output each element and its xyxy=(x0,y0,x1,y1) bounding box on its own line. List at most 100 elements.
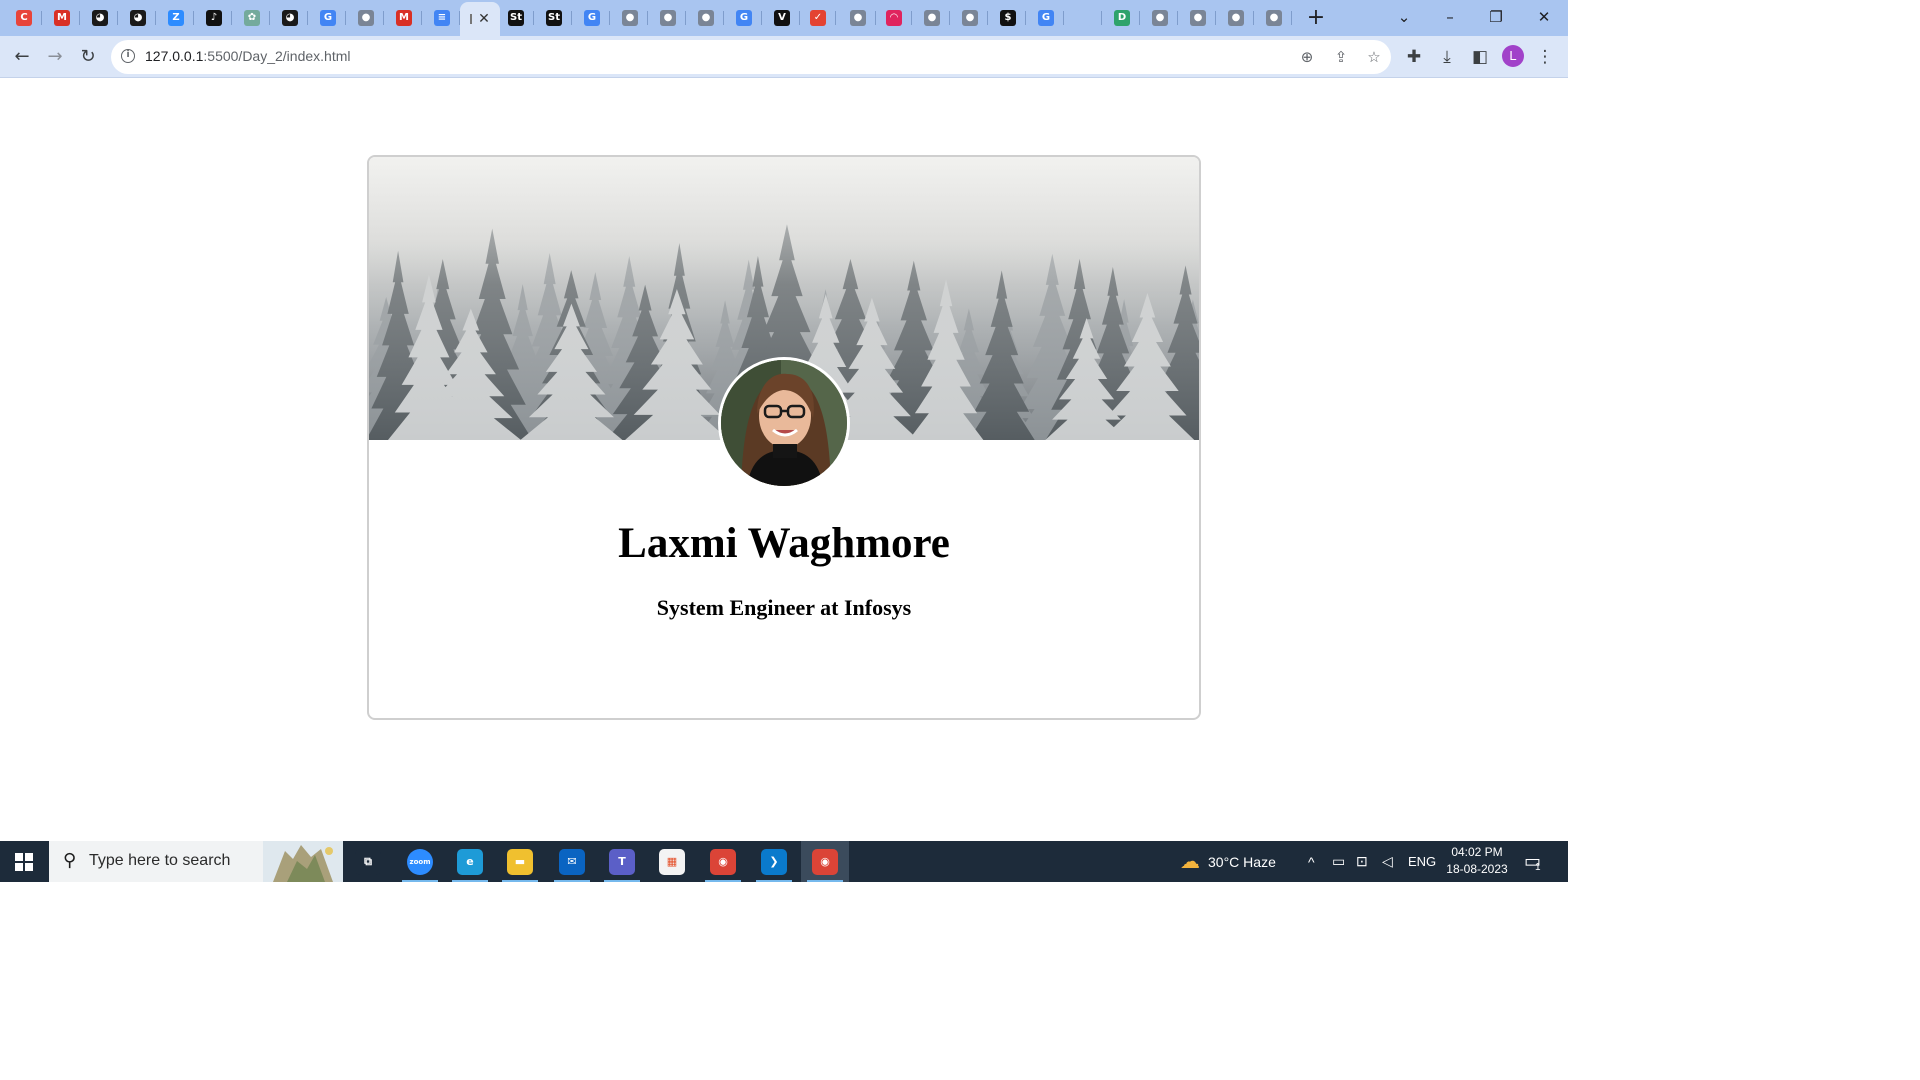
taskbar-app[interactable]: ◉ xyxy=(699,841,747,882)
zoom-icon[interactable]: ⊕ xyxy=(1297,47,1317,67)
browser-tab[interactable]: ● xyxy=(840,4,876,32)
tab-separator xyxy=(41,11,42,25)
minimize-button[interactable]: – xyxy=(1427,4,1473,30)
browser-tab[interactable]: ● xyxy=(612,4,648,32)
gmail-icon: M xyxy=(396,10,412,26)
zoom-icon: Z xyxy=(168,10,184,26)
reload-icon[interactable]: ↻ xyxy=(75,44,101,70)
globe-icon: ● xyxy=(1152,10,1168,26)
studytonight-icon: St xyxy=(508,10,524,26)
taskbar-app[interactable]: ◉ xyxy=(801,841,849,882)
menu-icon[interactable]: ⋮ xyxy=(1532,44,1558,70)
browser-tab[interactable]: ◕ xyxy=(120,4,156,32)
browser-tab[interactable]: ● xyxy=(1180,4,1216,32)
browser-tab[interactable]: ◕ xyxy=(82,4,118,32)
search-highlight-illustration xyxy=(263,841,343,882)
tab-search-icon[interactable]: ⌄ xyxy=(1381,4,1427,30)
tab-separator xyxy=(269,11,270,25)
browser-tab[interactable]: ● xyxy=(914,4,950,32)
browser-tab[interactable]: G xyxy=(574,4,610,32)
browser-tab[interactable]: G xyxy=(1028,4,1064,32)
tab-separator xyxy=(193,11,194,25)
taskbar-app[interactable]: T xyxy=(598,841,646,882)
globe-icon: ● xyxy=(850,10,866,26)
browser-tab[interactable]: M xyxy=(386,4,422,32)
new-tab-button[interactable]: + xyxy=(1304,6,1328,30)
clock[interactable]: 04:02 PM 18-08-2023 xyxy=(1440,844,1514,878)
profile-name: Laxmi Waghmore xyxy=(618,520,950,567)
google-icon: G xyxy=(736,10,752,26)
dsa-icon: D xyxy=(1114,10,1130,26)
browser-tab[interactable]: St xyxy=(498,4,534,32)
back-icon[interactable]: ← xyxy=(9,44,35,70)
browser-tab[interactable]: $ xyxy=(990,4,1026,32)
browser-tab[interactable]: ● xyxy=(348,4,384,32)
browser-tab[interactable] xyxy=(1066,4,1102,32)
show-hidden-icons[interactable]: ^ xyxy=(1308,841,1315,882)
side-panel-icon[interactable]: ◧ xyxy=(1467,44,1493,70)
browser-tab[interactable]: St xyxy=(536,4,572,32)
weather-widget[interactable]: ☁ 30°C Haze xyxy=(1180,841,1276,882)
browser-tab[interactable]: ≡ xyxy=(424,4,460,32)
battery-icon[interactable]: ▭ xyxy=(1332,841,1345,882)
browser-tab[interactable]: G xyxy=(310,4,346,32)
taskbar-search-box[interactable]: ⚲ Type here to search xyxy=(49,841,343,882)
taskbar-app[interactable]: ▦ xyxy=(648,841,696,882)
globe-icon: ● xyxy=(962,10,978,26)
forward-icon[interactable]: → xyxy=(42,44,68,70)
browser-tab[interactable]: ✓ xyxy=(800,4,836,32)
browser-tab[interactable]: G xyxy=(726,4,762,32)
taskbar-app[interactable]: ⧉ xyxy=(344,841,392,882)
browser-tab[interactable]: V xyxy=(764,4,800,32)
google-docs-icon: ≡ xyxy=(434,10,450,26)
bookmark-star-icon[interactable]: ☆ xyxy=(1364,47,1384,67)
close-tab-icon[interactable]: ✕ xyxy=(478,11,490,27)
browser-tab[interactable]: ● xyxy=(688,4,724,32)
taskbar-app[interactable]: e xyxy=(446,841,494,882)
globe-icon: ● xyxy=(622,10,638,26)
restore-button[interactable]: ❐ xyxy=(1473,4,1519,30)
taskbar-app[interactable]: ❯ xyxy=(750,841,798,882)
volume-icon[interactable]: ◁ xyxy=(1382,841,1393,882)
profile-card: Laxmi Waghmore System Engineer at Infosy… xyxy=(367,155,1201,720)
tab-separator xyxy=(533,11,534,25)
browser-tab[interactable]: C xyxy=(6,4,42,32)
profile-avatar[interactable]: L xyxy=(1502,45,1524,67)
notification-center[interactable]: ▭ 1 xyxy=(1524,841,1541,882)
language-indicator[interactable]: ENG xyxy=(1408,841,1436,882)
browser-tab[interactable]: Z xyxy=(158,4,194,32)
taskbar-app[interactable]: zoom xyxy=(396,841,444,882)
browser-tab[interactable]: ♪ xyxy=(196,4,232,32)
tab-separator xyxy=(723,11,724,25)
extensions-icon[interactable]: ✚ xyxy=(1401,44,1427,70)
start-button[interactable] xyxy=(0,841,48,882)
clock-time: 04:02 PM xyxy=(1451,845,1503,859)
active-tab[interactable]: ✕ xyxy=(460,2,500,36)
browser-tab[interactable]: ● xyxy=(1256,4,1292,32)
weather-haze-icon: ☁ xyxy=(1180,851,1200,873)
address-bar[interactable]: i 127.0.0.1:5500/Day_2/index.html ⊕ ⇪ ☆ xyxy=(111,40,1391,74)
close-window-button[interactable]: ✕ xyxy=(1521,4,1567,30)
taskbar-app[interactable]: ✉ xyxy=(548,841,596,882)
browser-tab[interactable]: ● xyxy=(952,4,988,32)
browser-tab[interactable]: D xyxy=(1104,4,1140,32)
browser-tab[interactable]: ◕ xyxy=(272,4,308,32)
tab-separator xyxy=(1025,11,1026,25)
windows-taskbar: ⚲ Type here to search ⧉ zoom e ▬ ✉ T ▦ ◉ ❯ ◉ ☁ 30… xyxy=(0,841,1568,882)
globe-icon: ● xyxy=(1228,10,1244,26)
network-icon[interactable]: ⊡ xyxy=(1356,841,1368,882)
browser-tab[interactable]: M xyxy=(44,4,80,32)
address-text[interactable]: 127.0.0.1:5500/Day_2/index.html xyxy=(145,48,350,64)
globe-icon: ● xyxy=(924,10,940,26)
browser-tab[interactable]: ◠ xyxy=(876,4,912,32)
vscode-icon: ❯ xyxy=(761,848,787,875)
browser-tab[interactable]: ● xyxy=(650,4,686,32)
search-placeholder[interactable]: Type here to search xyxy=(89,852,230,870)
download-icon[interactable]: ⤓ xyxy=(1434,44,1460,70)
browser-tab[interactable]: ✿ xyxy=(234,4,270,32)
browser-tab[interactable]: ● xyxy=(1142,4,1178,32)
browser-tab[interactable]: ● xyxy=(1218,4,1254,32)
share-icon[interactable]: ⇪ xyxy=(1331,47,1351,67)
site-info-icon[interactable]: i xyxy=(121,49,135,63)
taskbar-app[interactable]: ▬ xyxy=(496,841,544,882)
